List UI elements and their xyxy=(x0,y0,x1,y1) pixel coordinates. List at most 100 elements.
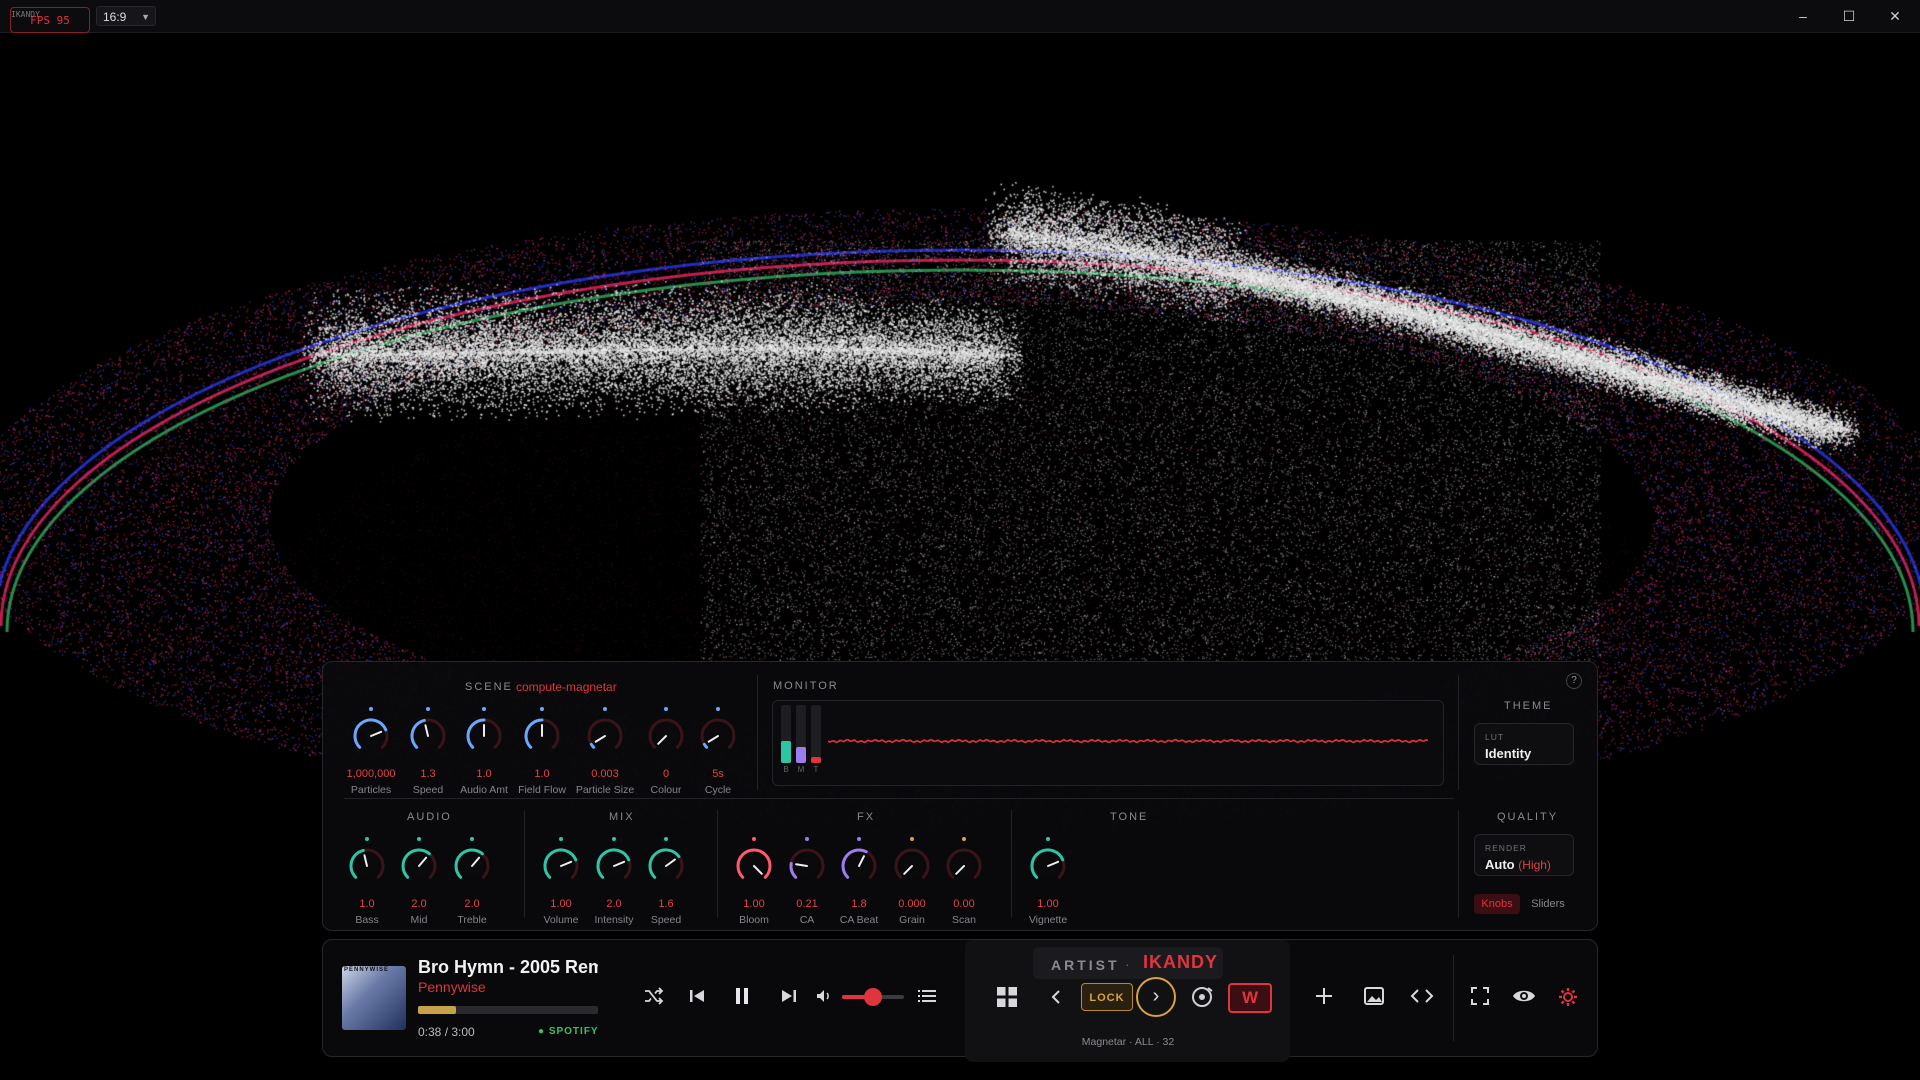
eye-icon[interactable] xyxy=(1512,985,1536,1007)
render-sub: (High) xyxy=(1518,858,1551,872)
record-icon[interactable] xyxy=(1190,985,1214,1009)
chevron-down-icon: ▼ xyxy=(141,12,150,22)
scene-name[interactable]: compute-magnetar xyxy=(516,680,617,694)
meter-fill xyxy=(796,746,806,763)
aspect-value: 16:9 xyxy=(103,10,127,24)
artist-label: ARTIST xyxy=(1051,957,1120,973)
knob-dial xyxy=(894,837,930,879)
knob-value: 5s xyxy=(712,768,724,780)
scene-title: SCENE xyxy=(465,681,513,693)
brand-logo: IKANDY xyxy=(11,10,40,19)
knob-dial xyxy=(454,837,490,879)
knob-value: 1.00 xyxy=(1037,898,1059,910)
knob-label: Treble xyxy=(457,914,487,926)
knob-value: 0.00 xyxy=(953,898,975,910)
knob-dial xyxy=(596,837,632,879)
meter-t xyxy=(811,705,821,763)
album-art-label: PENNYWISE xyxy=(344,967,390,973)
knob-dial xyxy=(700,707,736,749)
knob-scan[interactable]: 0.00 Scan xyxy=(932,834,996,934)
progress-fill xyxy=(418,1006,456,1014)
lut-caption: LUT xyxy=(1485,732,1505,742)
divider xyxy=(1458,675,1459,790)
knob-dial xyxy=(353,707,389,749)
help-button[interactable]: ? xyxy=(1566,673,1582,689)
knob-cycle[interactable]: 5s Cycle xyxy=(686,704,750,804)
previous-icon[interactable] xyxy=(686,985,708,1007)
track-artist[interactable]: Pennywise xyxy=(418,979,486,995)
image-icon[interactable] xyxy=(1363,985,1385,1007)
render-value: Auto xyxy=(1485,857,1515,872)
volume-icon[interactable] xyxy=(815,987,833,1005)
knob-vignette[interactable]: 1.00 Vignette xyxy=(1016,834,1080,934)
knob-dial xyxy=(789,837,825,879)
close-button[interactable]: ✕ xyxy=(1872,0,1918,32)
progress-bar[interactable] xyxy=(418,1006,598,1014)
waveform xyxy=(828,738,1428,744)
quality-title: QUALITY xyxy=(1497,811,1559,823)
tone-title: TONE xyxy=(1110,811,1149,823)
plus-icon[interactable] xyxy=(1314,986,1334,1006)
meter-fill xyxy=(781,740,791,763)
meter-b xyxy=(781,705,791,763)
knob-dial xyxy=(543,837,579,879)
knob-dial xyxy=(946,837,982,879)
meter-label: M xyxy=(797,765,805,774)
chevron-right-icon: › xyxy=(1152,985,1160,1007)
chevron-left-icon[interactable] xyxy=(1048,987,1064,1007)
monitor-title: MONITOR xyxy=(773,680,839,692)
knob-label: Scan xyxy=(952,914,976,926)
minimize-button[interactable]: – xyxy=(1780,0,1826,32)
w-button[interactable]: W xyxy=(1228,983,1272,1013)
divider xyxy=(1453,955,1454,1041)
knob-dial xyxy=(410,707,446,749)
volume-slider[interactable] xyxy=(842,988,904,1006)
waveform-line xyxy=(828,738,1428,744)
queue-icon[interactable] xyxy=(917,986,937,1006)
knob-dial xyxy=(524,707,560,749)
aspect-ratio-select[interactable]: 16:9 ▼ xyxy=(96,6,156,26)
preset-footer: Magnetar · ALL · 32 xyxy=(1081,1036,1175,1048)
album-art: PENNYWISE xyxy=(342,966,406,1030)
lock-button[interactable]: LOCK xyxy=(1081,983,1133,1011)
knob-value: 1.6 xyxy=(658,898,674,910)
divider xyxy=(1458,810,1459,918)
sliders-mode-toggle[interactable]: Sliders xyxy=(1524,894,1572,914)
meter-label: T xyxy=(813,765,819,774)
lut-select[interactable]: LUT Identity xyxy=(1474,723,1574,765)
knob-label: Cycle xyxy=(704,784,732,796)
shuffle-icon[interactable] xyxy=(642,984,666,1008)
knob-value: 2.0 xyxy=(464,898,480,910)
render-select[interactable]: RENDER Auto (High) xyxy=(1474,834,1574,876)
knob-dial xyxy=(736,837,772,879)
knob-treble[interactable]: 2.0 Treble xyxy=(440,834,504,934)
knob-dial xyxy=(648,707,684,749)
spotify-source: ● SPOTIFY xyxy=(538,1026,599,1037)
fps-counter: IKANDY FPS 95 xyxy=(10,7,90,33)
meter-label: B xyxy=(783,765,789,774)
mix-title: MIX xyxy=(609,811,635,823)
theme-title: THEME xyxy=(1504,700,1553,712)
meter-m xyxy=(796,705,806,763)
meter-fill xyxy=(811,757,821,763)
volume-thumb[interactable] xyxy=(864,988,882,1006)
divider xyxy=(344,798,1454,799)
next-preset-button[interactable]: › xyxy=(1136,977,1176,1017)
knob-dial xyxy=(587,707,623,749)
audio-title: AUDIO xyxy=(407,811,452,823)
knob-label: Speed xyxy=(650,914,682,926)
artist-tab[interactable]: ARTIST · IKANDY xyxy=(1033,947,1223,979)
knob-speed[interactable]: 1.6 Speed xyxy=(634,834,698,934)
grid-icon[interactable] xyxy=(996,986,1018,1008)
knob-dial xyxy=(401,837,437,879)
title-bar: IKANDY FPS 95 16:9 ▼ – ☐ ✕ xyxy=(0,0,1920,33)
next-icon[interactable] xyxy=(778,985,800,1007)
code-icon[interactable] xyxy=(1410,986,1434,1006)
settings-gear-icon[interactable] xyxy=(1558,987,1578,1007)
pause-icon[interactable] xyxy=(730,984,754,1008)
maximize-button[interactable]: ☐ xyxy=(1826,0,1872,32)
fullscreen-icon[interactable] xyxy=(1471,987,1489,1005)
knob-dial xyxy=(1030,837,1066,879)
render-value-wrap: Auto (High) xyxy=(1485,857,1551,872)
knobs-mode-toggle[interactable]: Knobs xyxy=(1474,894,1520,914)
